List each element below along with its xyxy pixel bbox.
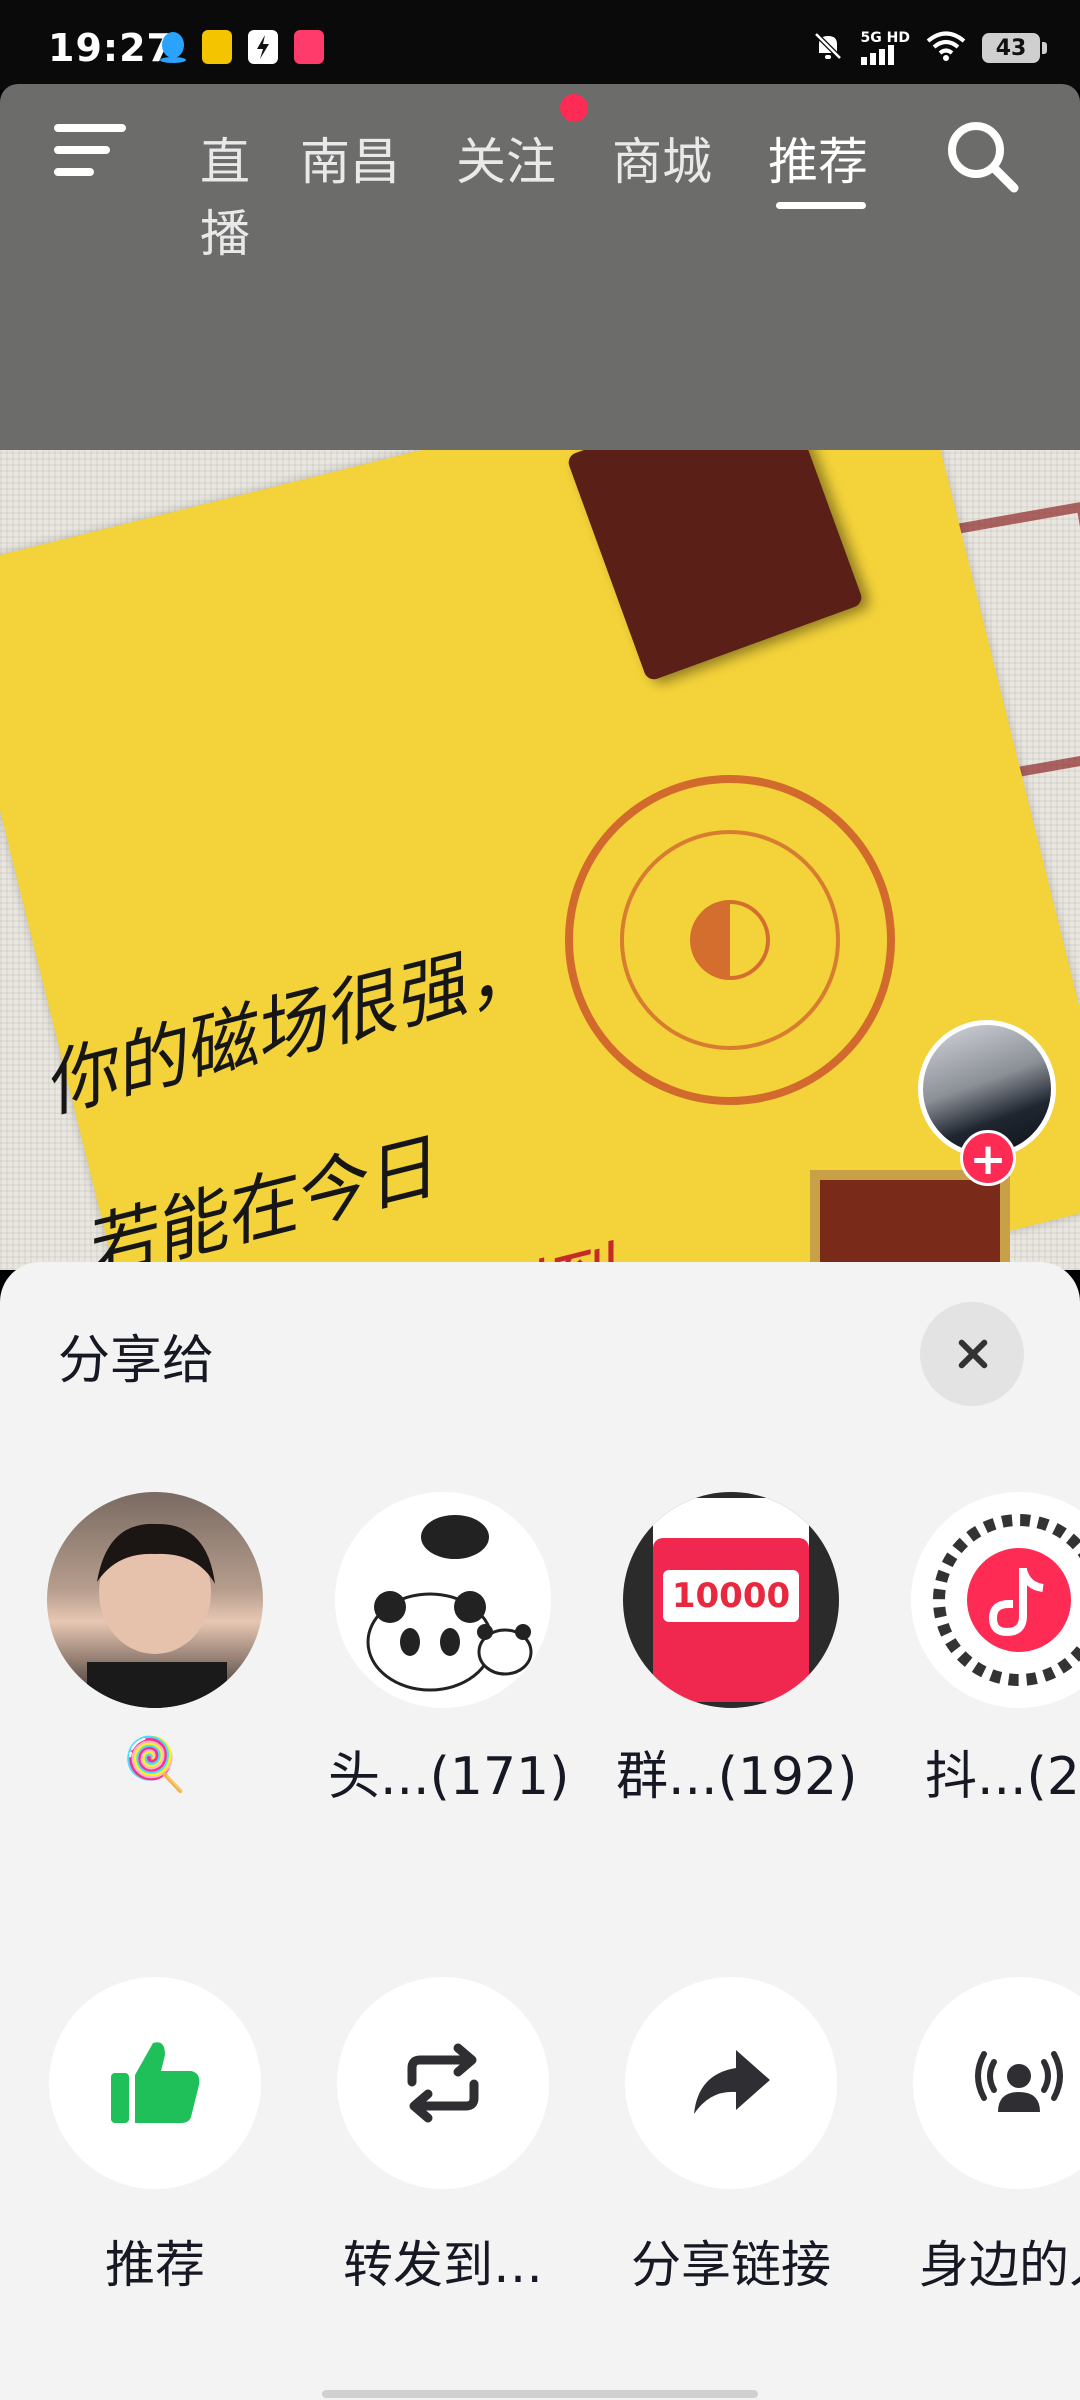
app-icon-bolt [248,30,278,64]
app-icon-yellow [202,30,232,64]
menu-icon[interactable] [54,120,130,180]
action-circle [625,1977,837,2189]
tab-label: 南昌 [300,133,400,191]
contact-avatar: 10000 [623,1492,839,1708]
signal-icon: 5G HD [860,30,910,65]
action-label: 身边的人 [919,2236,1080,2294]
action-repost[interactable]: 转发到… [328,1977,558,2297]
network-label: 5G HD [860,30,910,46]
action-nearby[interactable]: 身边的人 [904,1977,1080,2297]
contact-avatar [47,1492,263,1708]
contact-avatar [335,1492,551,1708]
nearby-broadcast-icon [975,2051,1063,2112]
notification-dot [560,94,588,122]
tab-label: 商城 [612,133,712,191]
wifi-icon [926,30,966,66]
video-player[interactable]: 随 知 你的磁场很强， 若能在今日 …之前刷到 [0,450,1080,1270]
tab-live[interactable]: 直播 [170,122,250,266]
contact-avatar [911,1492,1080,1708]
app-icon-pink [294,30,324,64]
yellow-paper [0,450,1080,1270]
contact-label: 🍭 [122,1735,188,1795]
mute-icon [811,29,845,67]
action-share-link[interactable]: 分享链接 [616,1977,846,2297]
tab-label: 直播 [200,133,250,263]
contact-label: 群...(192) [616,1747,858,1807]
action-circle [913,1977,1080,2189]
share-contact[interactable]: 🍭 [40,1492,270,1795]
repost-icon [407,2043,479,2123]
red-envelope-card: 10000 [653,1498,809,1702]
tab-nanchang[interactable]: 南昌 [300,122,400,194]
yin-yang-symbol [690,900,770,980]
status-icons: 5G HD 43 [811,26,1047,70]
action-label: 分享链接 [631,2236,831,2294]
tab-label: 关注 [456,133,556,191]
share-contact[interactable]: 抖...(25 [904,1492,1080,1809]
share-contact[interactable]: 头...(171) [328,1492,570,1809]
share-contact[interactable]: 10000 群...(192) [616,1492,858,1809]
top-nav: 直播 南昌 关注 商城 推荐 [0,84,1080,450]
search-icon[interactable] [940,114,1024,198]
close-button[interactable] [920,1302,1024,1406]
tab-recommend[interactable]: 推荐 [768,122,868,194]
active-tab-indicator [776,202,866,209]
red-envelope-amount: 10000 [663,1570,799,1622]
tab-following[interactable]: 关注 [456,122,556,194]
share-sheet: 分享给 🍭 头...(171) 10000 群...(192) 抖...(2 推… [0,1262,1080,2400]
thumbs-up-icon [111,2042,200,2123]
contact-label: 抖...(25 [924,1747,1080,1807]
tab-mall[interactable]: 商城 [612,122,712,194]
action-recommend[interactable]: 推荐 [40,1977,270,2297]
action-circle [49,1977,261,2189]
status-bar: 19:27 5G HD 43 [0,0,1080,90]
share-sheet-title: 分享给 [58,1331,215,1391]
battery-icon: 43 [982,33,1047,63]
home-indicator[interactable] [322,2390,758,2398]
tab-label: 推荐 [768,133,868,191]
share-arrow-icon [694,2050,770,2114]
contact-label: 头...(171) [328,1747,570,1807]
action-label: 转发到… [343,2236,543,2294]
action-circle [337,1977,549,2189]
battery-level: 43 [995,35,1027,61]
status-time: 19:27 [48,26,174,70]
qq-icon [158,30,188,64]
follow-button[interactable]: + [960,1130,1016,1186]
action-label: 推荐 [105,2236,205,2294]
